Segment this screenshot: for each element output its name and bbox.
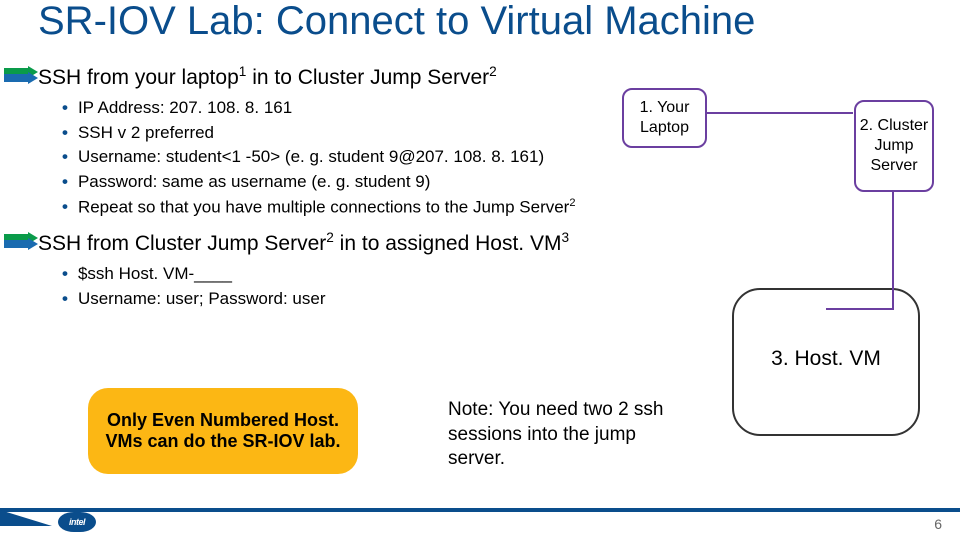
callout-even-numbered: Only Even Numbered Host. VMs can do the … bbox=[88, 388, 358, 474]
slide-title: SR-IOV Lab: Connect to Virtual Machine bbox=[0, 0, 960, 60]
list-item: Password: same as username (e. g. studen… bbox=[62, 170, 960, 195]
connector-line bbox=[707, 112, 853, 114]
diagram-box-hostvm: 3. Host. VM bbox=[732, 288, 920, 436]
diagram-box-cluster: 2. Cluster Jump Server bbox=[854, 100, 934, 192]
list-item: Repeat so that you have multiple connect… bbox=[62, 195, 960, 220]
list-item: Username: student<1 -50> (e. g. student … bbox=[62, 145, 960, 170]
step1-heading: SSH from your laptop1 in to Cluster Jump… bbox=[38, 64, 960, 90]
diagram-box-laptop: 1. Your Laptop bbox=[622, 88, 707, 148]
note-text: Note: You need two 2 ssh sessions into t… bbox=[448, 398, 678, 472]
list-item: SSH v 2 preferred bbox=[62, 121, 960, 146]
connector-line bbox=[892, 192, 894, 310]
arrow-icon bbox=[4, 66, 38, 84]
step1-heading-text: SSH from your laptop1 in to Cluster Jump… bbox=[38, 64, 497, 90]
step2-heading: SSH from Cluster Jump Server2 in to assi… bbox=[38, 230, 960, 256]
step2-heading-text: SSH from Cluster Jump Server2 in to assi… bbox=[38, 230, 569, 256]
intel-logo-icon: intel bbox=[58, 512, 96, 532]
content-area: SSH from your laptop1 in to Cluster Jump… bbox=[0, 64, 960, 311]
footer-bar bbox=[0, 508, 960, 512]
page-number: 6 bbox=[934, 516, 942, 532]
footer-triangle-icon bbox=[0, 510, 52, 526]
step1-bullets: IP Address: 207. 108. 8. 161 SSH v 2 pre… bbox=[62, 96, 960, 220]
connector-line bbox=[826, 308, 894, 310]
list-item: $ssh Host. VM-____ bbox=[62, 262, 960, 287]
arrow-icon bbox=[4, 232, 38, 250]
list-item: IP Address: 207. 108. 8. 161 bbox=[62, 96, 960, 121]
